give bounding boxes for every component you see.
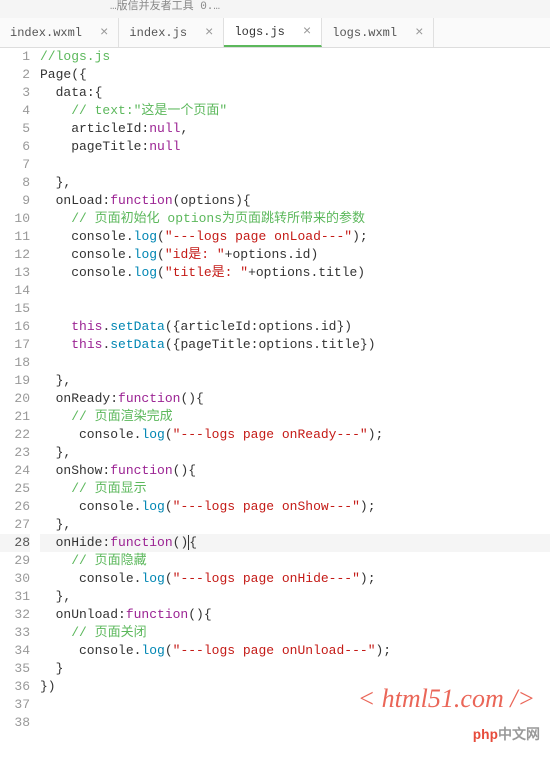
code-line[interactable]: console.log("---logs page onShow---"); xyxy=(40,498,550,516)
line-number: 35 xyxy=(0,660,30,678)
line-number: 33 xyxy=(0,624,30,642)
line-number: 10 xyxy=(0,210,30,228)
code-line[interactable]: // 页面显示 xyxy=(40,480,550,498)
line-number: 7 xyxy=(0,156,30,174)
code-line[interactable]: console.log("---logs page onReady---"); xyxy=(40,426,550,444)
code-line[interactable] xyxy=(40,156,550,174)
line-number: 3 xyxy=(0,84,30,102)
code-line[interactable]: console.log("id是: "+options.id) xyxy=(40,246,550,264)
line-number: 13 xyxy=(0,264,30,282)
code-line[interactable]: onHide:function(){ xyxy=(40,534,550,552)
line-number: 18 xyxy=(0,354,30,372)
close-icon[interactable]: × xyxy=(415,25,423,41)
line-number: 9 xyxy=(0,192,30,210)
line-number: 1 xyxy=(0,48,30,66)
line-number: 23 xyxy=(0,444,30,462)
code-editor[interactable]: 1234567891011121314151617181920212223242… xyxy=(0,48,550,764)
code-line[interactable] xyxy=(40,354,550,372)
line-number: 4 xyxy=(0,102,30,120)
tab-label: logs.wxml xyxy=(332,26,397,40)
code-line[interactable]: }, xyxy=(40,588,550,606)
line-number: 5 xyxy=(0,120,30,138)
code-line[interactable]: data:{ xyxy=(40,84,550,102)
line-number: 24 xyxy=(0,462,30,480)
line-number: 16 xyxy=(0,318,30,336)
code-line[interactable]: console.log("---logs page onHide---"); xyxy=(40,570,550,588)
line-number: 26 xyxy=(0,498,30,516)
line-number: 14 xyxy=(0,282,30,300)
tab-logs-js[interactable]: logs.js × xyxy=(224,18,322,47)
code-line[interactable]: // 页面初始化 options为页面跳转所带来的参数 xyxy=(40,210,550,228)
code-line[interactable]: onShow:function(){ xyxy=(40,462,550,480)
line-number: 29 xyxy=(0,552,30,570)
line-number: 8 xyxy=(0,174,30,192)
code-line[interactable] xyxy=(40,282,550,300)
line-number: 22 xyxy=(0,426,30,444)
code-line[interactable]: // text:"这是一个页面" xyxy=(40,102,550,120)
code-line[interactable]: articleId:null, xyxy=(40,120,550,138)
tab-index-wxml[interactable]: index.wxml × xyxy=(0,18,119,47)
code-line[interactable]: Page({ xyxy=(40,66,550,84)
code-line[interactable]: console.log("---logs page onLoad---"); xyxy=(40,228,550,246)
tab-label: logs.js xyxy=(234,25,284,39)
watermark-phpcn: php中文网 xyxy=(473,724,540,744)
line-number: 27 xyxy=(0,516,30,534)
line-number: 25 xyxy=(0,480,30,498)
line-number: 32 xyxy=(0,606,30,624)
code-line[interactable]: onReady:function(){ xyxy=(40,390,550,408)
window-titlebar: …版信并友者工具 0.… xyxy=(0,0,550,18)
code-area[interactable]: //logs.jsPage({ data:{ // text:"这是一个页面" … xyxy=(40,48,550,764)
code-line[interactable]: this.setData({pageTitle:options.title}) xyxy=(40,336,550,354)
code-line[interactable]: // 页面隐藏 xyxy=(40,552,550,570)
line-number: 31 xyxy=(0,588,30,606)
code-line[interactable]: }, xyxy=(40,444,550,462)
line-number: 20 xyxy=(0,390,30,408)
code-line[interactable]: }, xyxy=(40,516,550,534)
line-number: 6 xyxy=(0,138,30,156)
tab-label: index.wxml xyxy=(10,26,82,40)
line-number: 28 xyxy=(0,534,30,552)
code-line[interactable]: //logs.js xyxy=(40,48,550,66)
tab-index-js[interactable]: index.js × xyxy=(119,18,224,47)
code-line[interactable]: // 页面渲染完成 xyxy=(40,408,550,426)
editor-tabs: index.wxml × index.js × logs.js × logs.wxml × xyxy=(0,18,550,48)
code-line[interactable]: onLoad:function(options){ xyxy=(40,192,550,210)
line-number: 34 xyxy=(0,642,30,660)
line-number: 11 xyxy=(0,228,30,246)
tab-logs-wxml[interactable]: logs.wxml × xyxy=(322,18,434,47)
code-line[interactable]: onUnload:function(){ xyxy=(40,606,550,624)
watermark-html51: < html51.com /> xyxy=(358,684,535,714)
close-icon[interactable]: × xyxy=(205,25,213,41)
line-number: 21 xyxy=(0,408,30,426)
code-line[interactable]: pageTitle:null xyxy=(40,138,550,156)
line-number: 12 xyxy=(0,246,30,264)
code-line[interactable]: }, xyxy=(40,174,550,192)
close-icon[interactable]: × xyxy=(303,24,311,40)
line-number: 17 xyxy=(0,336,30,354)
code-line[interactable]: // 页面关闭 xyxy=(40,624,550,642)
line-number: 30 xyxy=(0,570,30,588)
code-line[interactable]: this.setData({articleId:options.id}) xyxy=(40,318,550,336)
tab-label: index.js xyxy=(129,26,187,40)
code-line[interactable] xyxy=(40,300,550,318)
line-number: 36 xyxy=(0,678,30,696)
code-line[interactable]: console.log("title是: "+options.title) xyxy=(40,264,550,282)
code-line[interactable]: } xyxy=(40,660,550,678)
line-number: 37 xyxy=(0,696,30,714)
close-icon[interactable]: × xyxy=(100,25,108,41)
line-gutter: 1234567891011121314151617181920212223242… xyxy=(0,48,40,764)
line-number: 15 xyxy=(0,300,30,318)
code-line[interactable]: }, xyxy=(40,372,550,390)
line-number: 19 xyxy=(0,372,30,390)
line-number: 2 xyxy=(0,66,30,84)
line-number: 38 xyxy=(0,714,30,732)
code-line[interactable]: console.log("---logs page onUnload---"); xyxy=(40,642,550,660)
